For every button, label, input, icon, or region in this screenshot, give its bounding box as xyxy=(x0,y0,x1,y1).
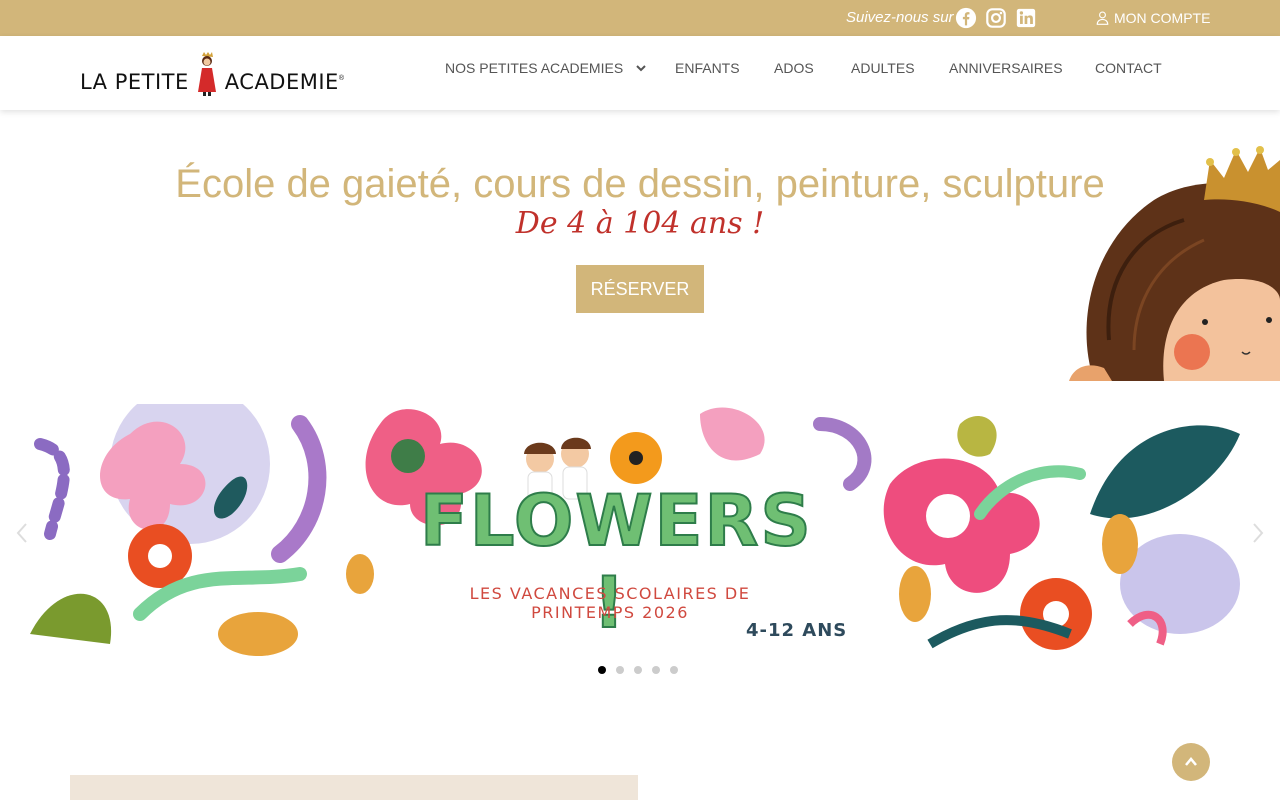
facebook-icon[interactable] xyxy=(955,7,977,29)
top-bar: Suivez-nous sur MON COMPTE xyxy=(0,0,1280,36)
carousel-pagination xyxy=(598,666,678,674)
carousel-age-label: 4-12 ANS xyxy=(746,620,848,641)
nav-anniversaires[interactable]: ANNIVERSAIRES xyxy=(949,60,1063,76)
nav-contact[interactable]: CONTACT xyxy=(1095,60,1162,76)
reserve-button[interactable]: RÉSERVER xyxy=(576,265,704,313)
logo-text-left: LA PETITE xyxy=(80,70,189,94)
logo-figure-icon xyxy=(197,52,216,96)
scroll-to-top-button[interactable] xyxy=(1172,743,1210,781)
nav-adultes[interactable]: ADULTES xyxy=(851,60,915,76)
chevron-up-icon xyxy=(1185,757,1197,766)
nav-label: ADOS xyxy=(774,60,814,76)
nav-label: ADULTES xyxy=(851,60,915,76)
chevron-down-icon xyxy=(636,65,646,72)
nav-ados[interactable]: ADOS xyxy=(774,60,814,76)
my-account-link[interactable]: MON COMPTE xyxy=(1096,10,1210,26)
chevron-right-icon[interactable] xyxy=(1250,522,1266,544)
carousel-dot[interactable] xyxy=(616,666,624,674)
nav-label: CONTACT xyxy=(1095,60,1162,76)
site-logo[interactable]: LA PETITE ACADEMIE ® xyxy=(80,46,344,102)
content-card-top xyxy=(70,775,638,800)
nav-label: ANNIVERSAIRES xyxy=(949,60,1063,76)
carousel-dot[interactable] xyxy=(670,666,678,674)
carousel-subtitle: LES VACANCES SCOLAIRES DE PRINTEMPS 2026 xyxy=(469,584,751,622)
carousel-dot[interactable] xyxy=(652,666,660,674)
linkedin-icon[interactable] xyxy=(1015,7,1037,29)
chevron-left-icon[interactable] xyxy=(14,522,30,544)
nav-label: NOS PETITES ACADEMIES xyxy=(445,60,624,76)
nav-nos-petites-academies[interactable]: NOS PETITES ACADEMIES xyxy=(445,60,647,76)
carousel-dot[interactable] xyxy=(634,666,642,674)
instagram-icon[interactable] xyxy=(985,7,1007,29)
user-icon xyxy=(1096,11,1109,25)
nav-label: ENFANTS xyxy=(675,60,740,76)
child-illustration xyxy=(1064,140,1280,381)
follow-us-text: Suivez-nous sur xyxy=(846,9,954,26)
nav-enfants[interactable]: ENFANTS xyxy=(675,60,740,76)
carousel-dot[interactable] xyxy=(598,666,606,674)
my-account-label: MON COMPTE xyxy=(1114,10,1211,26)
logo-text-right: ACADEMIE xyxy=(224,70,339,94)
site-header: LA PETITE ACADEMIE ® NOS PETITES ACADEMI… xyxy=(0,36,1280,110)
